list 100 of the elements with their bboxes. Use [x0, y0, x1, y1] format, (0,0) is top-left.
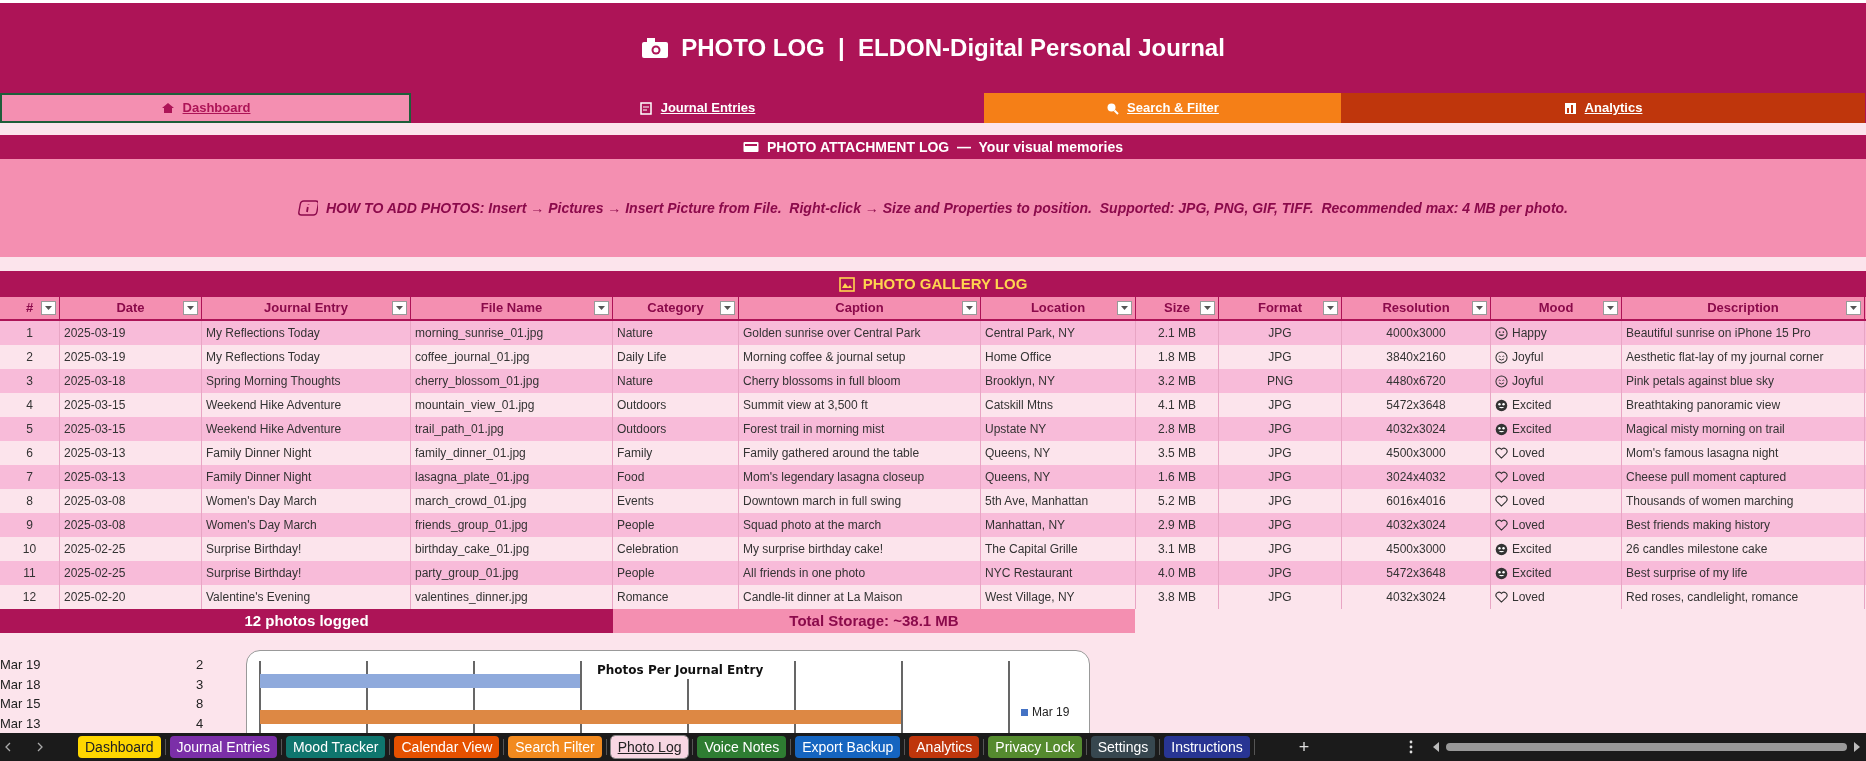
filter-dropdown-button[interactable] [1200, 301, 1215, 315]
filter-dropdown-button[interactable] [720, 301, 735, 315]
nav-link[interactable]: Dashboard [0, 93, 411, 123]
notepad-icon [639, 101, 653, 115]
search-icon [1106, 101, 1120, 115]
star-eyes-face-icon [1495, 422, 1508, 436]
data-value: 3 [196, 675, 204, 694]
legend-label: Mar 19 [1032, 704, 1070, 721]
mood-label: Loved [1512, 445, 1545, 462]
mood-label: Excited [1512, 565, 1552, 582]
sheet-tab[interactable]: Journal Entries [169, 736, 277, 758]
table-cell: Red roses, candlelight, romance [1622, 585, 1865, 609]
sheet-tab[interactable]: Calendar View [394, 736, 500, 758]
filter-dropdown-button[interactable] [41, 301, 56, 315]
caret-icon [966, 306, 973, 310]
grinning-face-icon [1495, 326, 1508, 340]
filter-dropdown-button[interactable] [1472, 301, 1487, 315]
caret-icon [1121, 306, 1128, 310]
column-header: Journal Entry [202, 297, 411, 319]
column-header: File Name [411, 297, 613, 319]
mood-label: Loved [1512, 469, 1545, 486]
mood-label: Joyful [1512, 349, 1544, 366]
caret-icon [1204, 306, 1211, 310]
photo-card-icon [743, 141, 759, 153]
legend-swatch-icon [1021, 708, 1028, 716]
sheet-tab[interactable]: Analytics [909, 736, 980, 758]
data-label: Mar 19 [0, 656, 42, 674]
caret-icon [1607, 306, 1614, 310]
scroll-right-icon[interactable] [1853, 742, 1860, 752]
column-header: Date [60, 297, 202, 319]
chart-title: Photos Per Journal Entry [597, 661, 764, 679]
chart-icon [1563, 101, 1577, 115]
more-options-icon[interactable] [1409, 740, 1414, 754]
picture-frame-icon [838, 276, 855, 292]
sheet-tab[interactable]: Privacy Lock [988, 736, 1082, 758]
caret-icon [724, 306, 731, 310]
horizontal-scrollbar[interactable] [1433, 742, 1860, 752]
table-cell: JPG [1219, 585, 1342, 609]
sheet-tab[interactable]: Voice Notes [697, 736, 787, 758]
gallery-title: PHOTO GALLERY LOG [862, 273, 1028, 294]
column-header: Caption [739, 297, 981, 319]
heart-icon [1495, 591, 1508, 603]
filter-dropdown-button[interactable] [1117, 301, 1132, 315]
data-value: 2 [196, 656, 204, 674]
caret-icon [1327, 306, 1334, 310]
page-title: PHOTO LOG | ELDON-Digital Personal Journal [681, 33, 1225, 63]
sheet-tab[interactable]: Settings [1090, 736, 1156, 758]
filter-dropdown-button[interactable] [594, 301, 609, 315]
caret-icon [187, 306, 194, 310]
scroll-right-icon[interactable] [36, 742, 44, 752]
heart-icon [1495, 447, 1508, 459]
sheet-tab[interactable]: Dashboard [78, 736, 161, 758]
caret-icon [598, 306, 605, 310]
column-header: Mood [1491, 297, 1622, 319]
sheet-tab[interactable]: Instructions [1164, 736, 1250, 758]
star-eyes-face-icon [1495, 566, 1508, 580]
filter-dropdown-button[interactable] [392, 301, 407, 315]
mood-label: Loved [1512, 493, 1545, 510]
column-header: Resolution [1342, 297, 1491, 319]
data-label: Mar 15 [0, 695, 42, 713]
column-header: # [0, 297, 60, 319]
sheet-tab[interactable]: Photo Log [610, 736, 689, 758]
camera-icon [641, 37, 670, 59]
column-header: Format [1219, 297, 1342, 319]
photo-count-bar: 12 photos logged [0, 609, 613, 633]
filter-dropdown-button[interactable] [1603, 301, 1618, 315]
add-sheet-button[interactable]: + [1298, 738, 1310, 756]
smiling-face-icon [1495, 374, 1508, 388]
sheet-tab[interactable]: Export Backup [795, 736, 901, 758]
data-label: Mar 13 [0, 714, 42, 733]
smiling-face-icon [1495, 350, 1508, 364]
mood-label: Happy [1512, 325, 1547, 342]
table-cell: 4032x3024 [1342, 585, 1491, 609]
mood-label: Joyful [1512, 373, 1544, 390]
caret-icon [1476, 306, 1483, 310]
filter-dropdown-button[interactable] [962, 301, 977, 315]
caret-icon [45, 306, 52, 310]
house-icon [160, 102, 175, 114]
heart-icon [1495, 495, 1508, 507]
filter-dropdown-button[interactable] [1323, 301, 1338, 315]
filter-dropdown-button[interactable] [1846, 301, 1861, 315]
sheet-tab[interactable]: Mood Tracker [285, 736, 386, 758]
mood-label: Loved [1512, 517, 1545, 534]
section-title: PHOTO ATTACHMENT LOG — Your visual memories [767, 137, 1123, 157]
filter-dropdown-button[interactable] [183, 301, 198, 315]
caret-icon [1850, 306, 1857, 310]
column-header: Size [1136, 297, 1219, 319]
info-text: HOW TO ADD PHOTOS: Insert → Pictures → Insert Picture from File. Right-click → Size and Properties to position. Supported: JPG, PNG, GIF, TIFF. Recommended max: 4 MB per photo. [326, 198, 1568, 218]
column-header: Location [981, 297, 1136, 319]
heart-icon [1495, 519, 1508, 531]
storage-total-bar: Total Storage: ~38.1 MB [613, 609, 1135, 633]
star-eyes-face-icon [1495, 542, 1508, 556]
data-value: 8 [196, 695, 204, 713]
data-label: Mar 18 [0, 675, 42, 694]
scroll-left-icon[interactable] [4, 742, 12, 752]
nav-link[interactable]: Analytics [1341, 93, 1865, 123]
data-value: 4 [196, 714, 204, 733]
caret-icon [396, 306, 403, 310]
mood-label: Loved [1512, 589, 1545, 606]
scroll-left-icon[interactable] [1433, 742, 1441, 752]
